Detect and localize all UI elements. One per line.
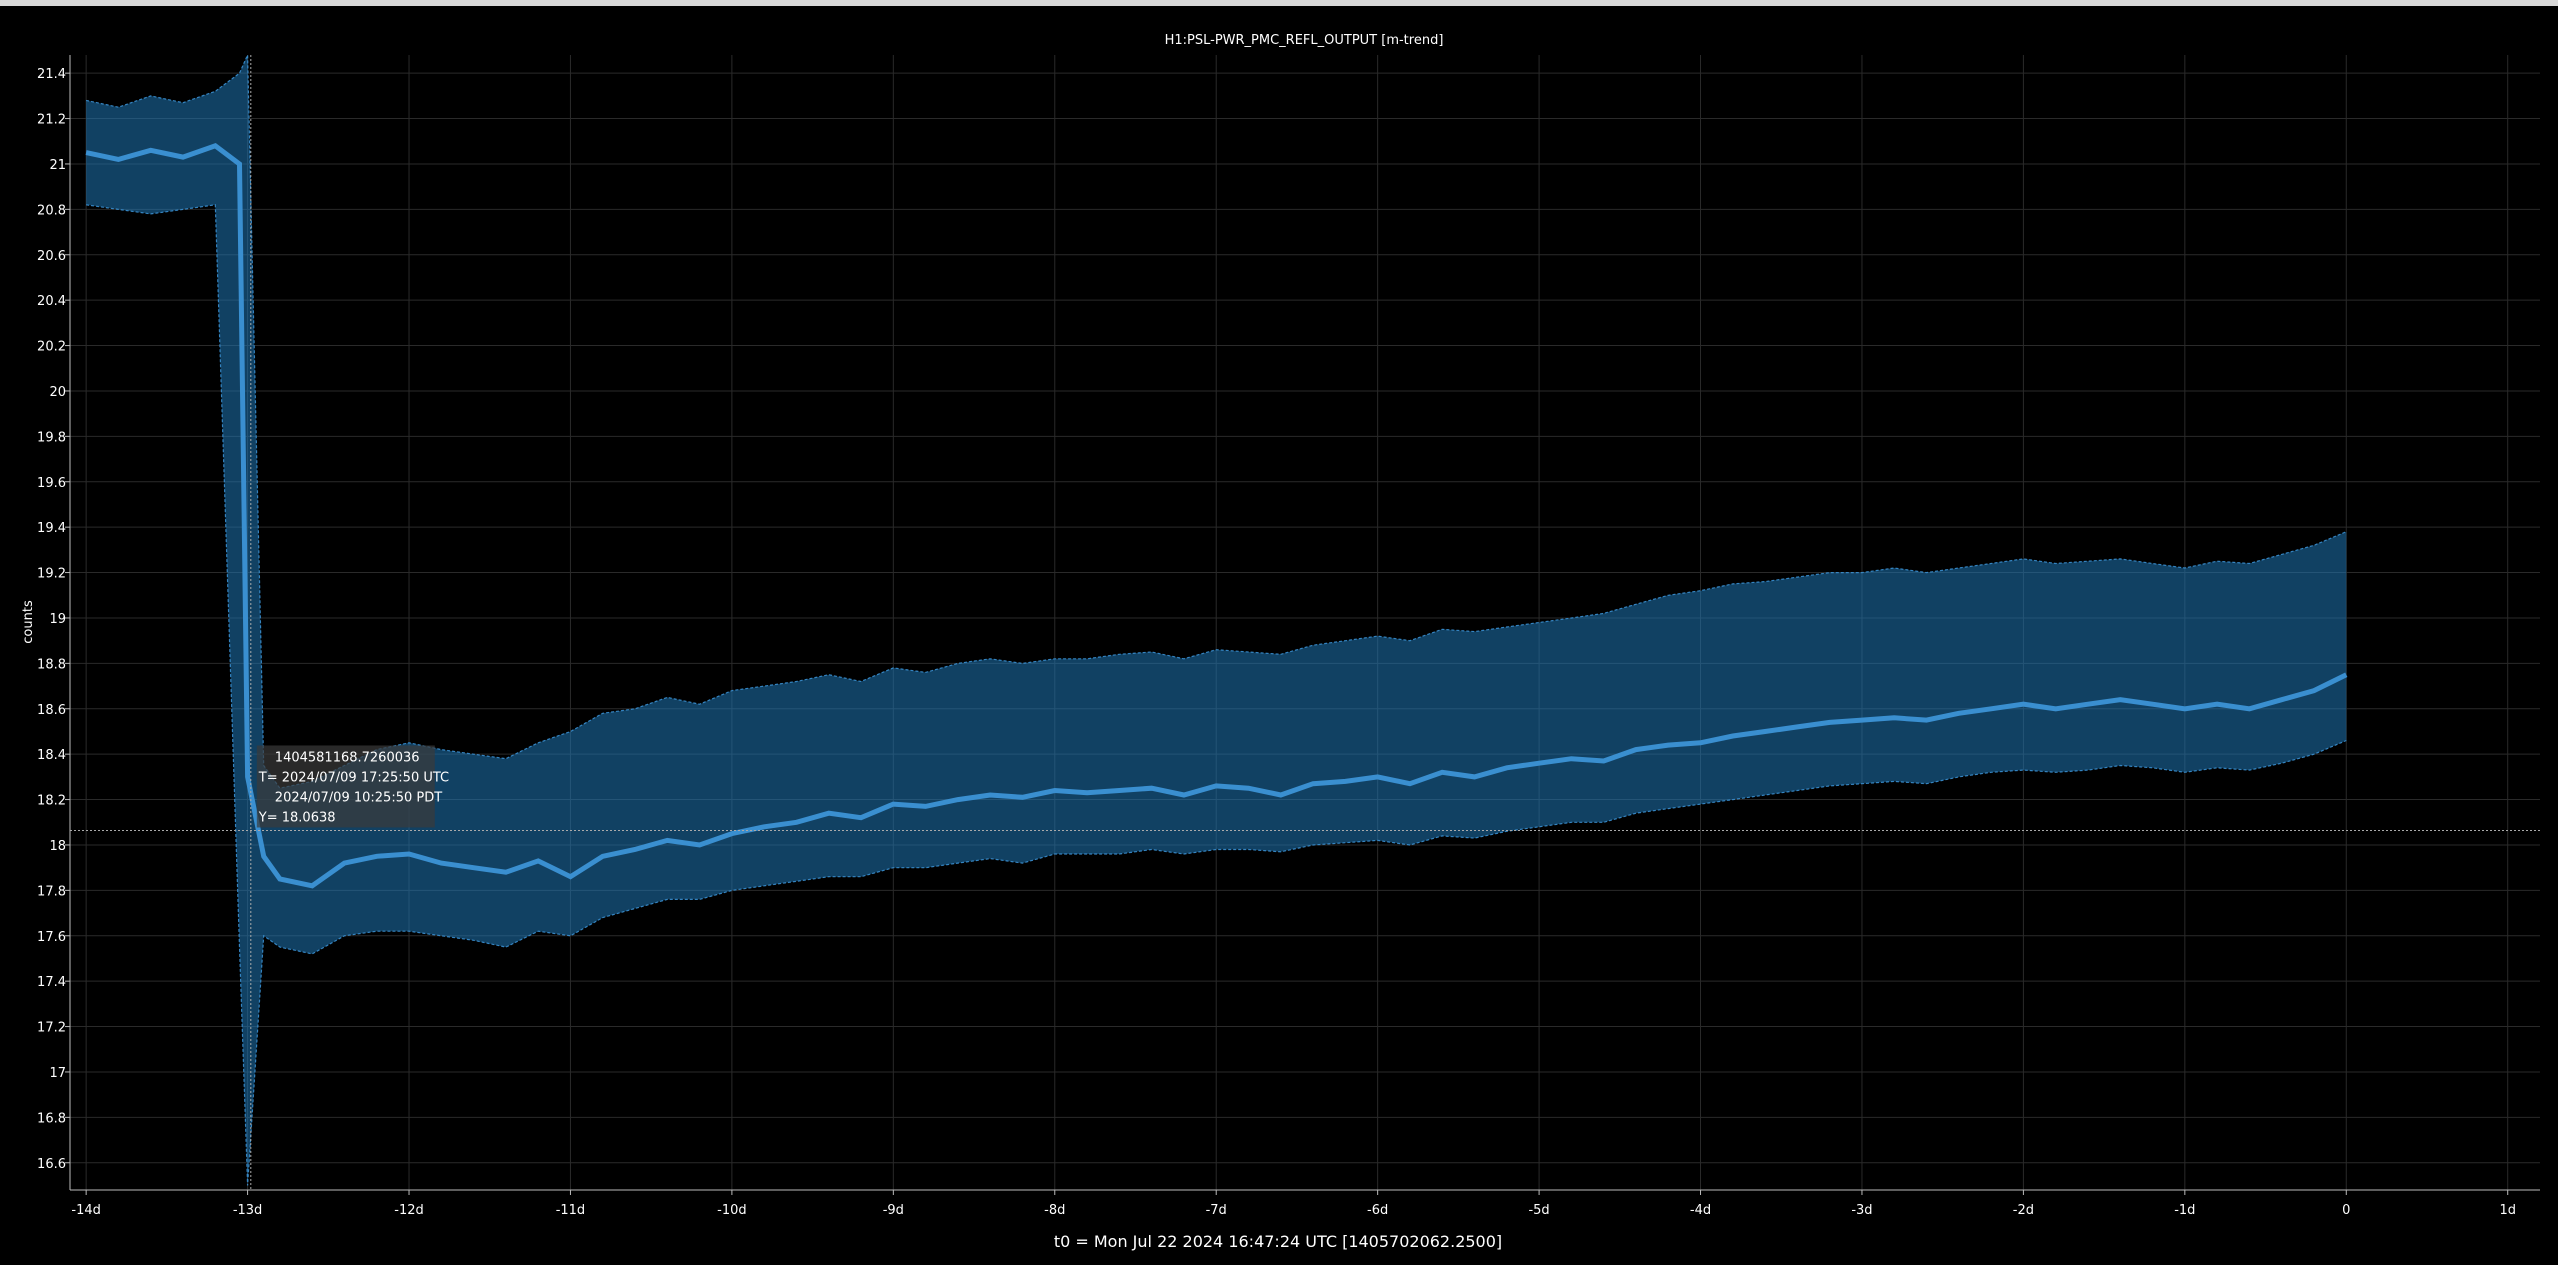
plot-canvas[interactable]: -14d -13d -12d -11d -10d -9d -8d -7d -6d -5d -4d -3… <box>0 0 2558 1265</box>
y-tick-label: 21 <box>49 158 66 173</box>
x-tick-labels: -14d -13d -12d -11d -10d -9d -8d -7d -6d -5d -4d -3… <box>71 1190 2516 1218</box>
y-tick-label: 19.6 <box>37 476 66 491</box>
y-tick-label: 20.8 <box>37 203 66 218</box>
y-tick-labels: 16.6 16.8 17 17.2 17.4 17.6 17.8 18 18.2 18.4 18.6… <box>37 67 70 1172</box>
x-tick-label: -6d <box>1367 1203 1388 1218</box>
x-tick-label: -10d <box>717 1203 747 1218</box>
y-tick-label: 18.2 <box>37 794 66 809</box>
y-tick-label: 19.2 <box>37 567 66 582</box>
y-tick-label: 17.6 <box>37 930 66 945</box>
x-tick-label: -9d <box>883 1203 904 1218</box>
x-tick-label: -4d <box>1690 1203 1711 1218</box>
x-tick-label: -5d <box>1528 1203 1549 1218</box>
y-tick-label: 17.4 <box>37 975 66 990</box>
x-tick-label: -11d <box>556 1203 586 1218</box>
x-tick-label: -14d <box>71 1203 101 1218</box>
y-tick-label: 17.2 <box>37 1021 66 1036</box>
tooltip-y-value: Y= 18.0638 <box>258 810 336 825</box>
y-tick-label: 20.4 <box>37 294 66 309</box>
y-axis-label: counts <box>21 600 36 644</box>
x-tick-label: -2d <box>2013 1203 2034 1218</box>
x-tick-label: -3d <box>1851 1203 1872 1218</box>
x-tick-label: -7d <box>1206 1203 1227 1218</box>
y-tick-label: 16.6 <box>37 1157 66 1172</box>
y-tick-label: 18.8 <box>37 657 66 672</box>
cursor-tooltip: 1404581168.7260036 T= 2024/07/09 17:25:5… <box>256 745 449 828</box>
tooltip-gps-time: 1404581168.7260036 <box>275 750 420 765</box>
x-tick-label: -12d <box>394 1203 424 1218</box>
y-tick-label: 18 <box>49 839 66 854</box>
y-tick-label: 19.8 <box>37 430 66 445</box>
y-tick-label: 19 <box>49 612 66 627</box>
tooltip-pdt-time: 2024/07/09 10:25:50 PDT <box>275 790 442 805</box>
x-tick-label: -13d <box>233 1203 263 1218</box>
y-tick-label: 20.6 <box>37 249 66 264</box>
y-tick-label: 16.8 <box>37 1111 66 1126</box>
y-tick-label: 20.2 <box>37 340 66 355</box>
y-tick-label: 18.6 <box>37 703 66 718</box>
y-tick-label: 17.8 <box>37 884 66 899</box>
x-axis-label: t0 = Mon Jul 22 2024 16:47:24 UTC [14057… <box>1054 1232 1502 1251</box>
x-tick-label: 1d <box>2499 1203 2516 1218</box>
plot-title: H1:PSL-PWR_PMC_REFL_OUTPUT [m-trend] <box>1165 33 1444 48</box>
y-tick-label: 21.4 <box>37 67 66 82</box>
y-tick-label: 17 <box>49 1066 66 1081</box>
x-tick-label: -1d <box>2174 1203 2195 1218</box>
y-tick-label: 18.4 <box>37 748 66 763</box>
y-tick-label: 19.4 <box>37 521 66 536</box>
tooltip-utc-time: T= 2024/07/09 17:25:50 UTC <box>258 770 449 785</box>
x-tick-label: -8d <box>1044 1203 1065 1218</box>
y-tick-label: 21.2 <box>37 113 66 128</box>
trend-plot-window: -14d -13d -12d -11d -10d -9d -8d -7d -6d -5d -4d -3… <box>0 0 2558 1265</box>
x-tick-label: 0 <box>2342 1203 2350 1218</box>
y-tick-label: 20 <box>49 385 66 400</box>
